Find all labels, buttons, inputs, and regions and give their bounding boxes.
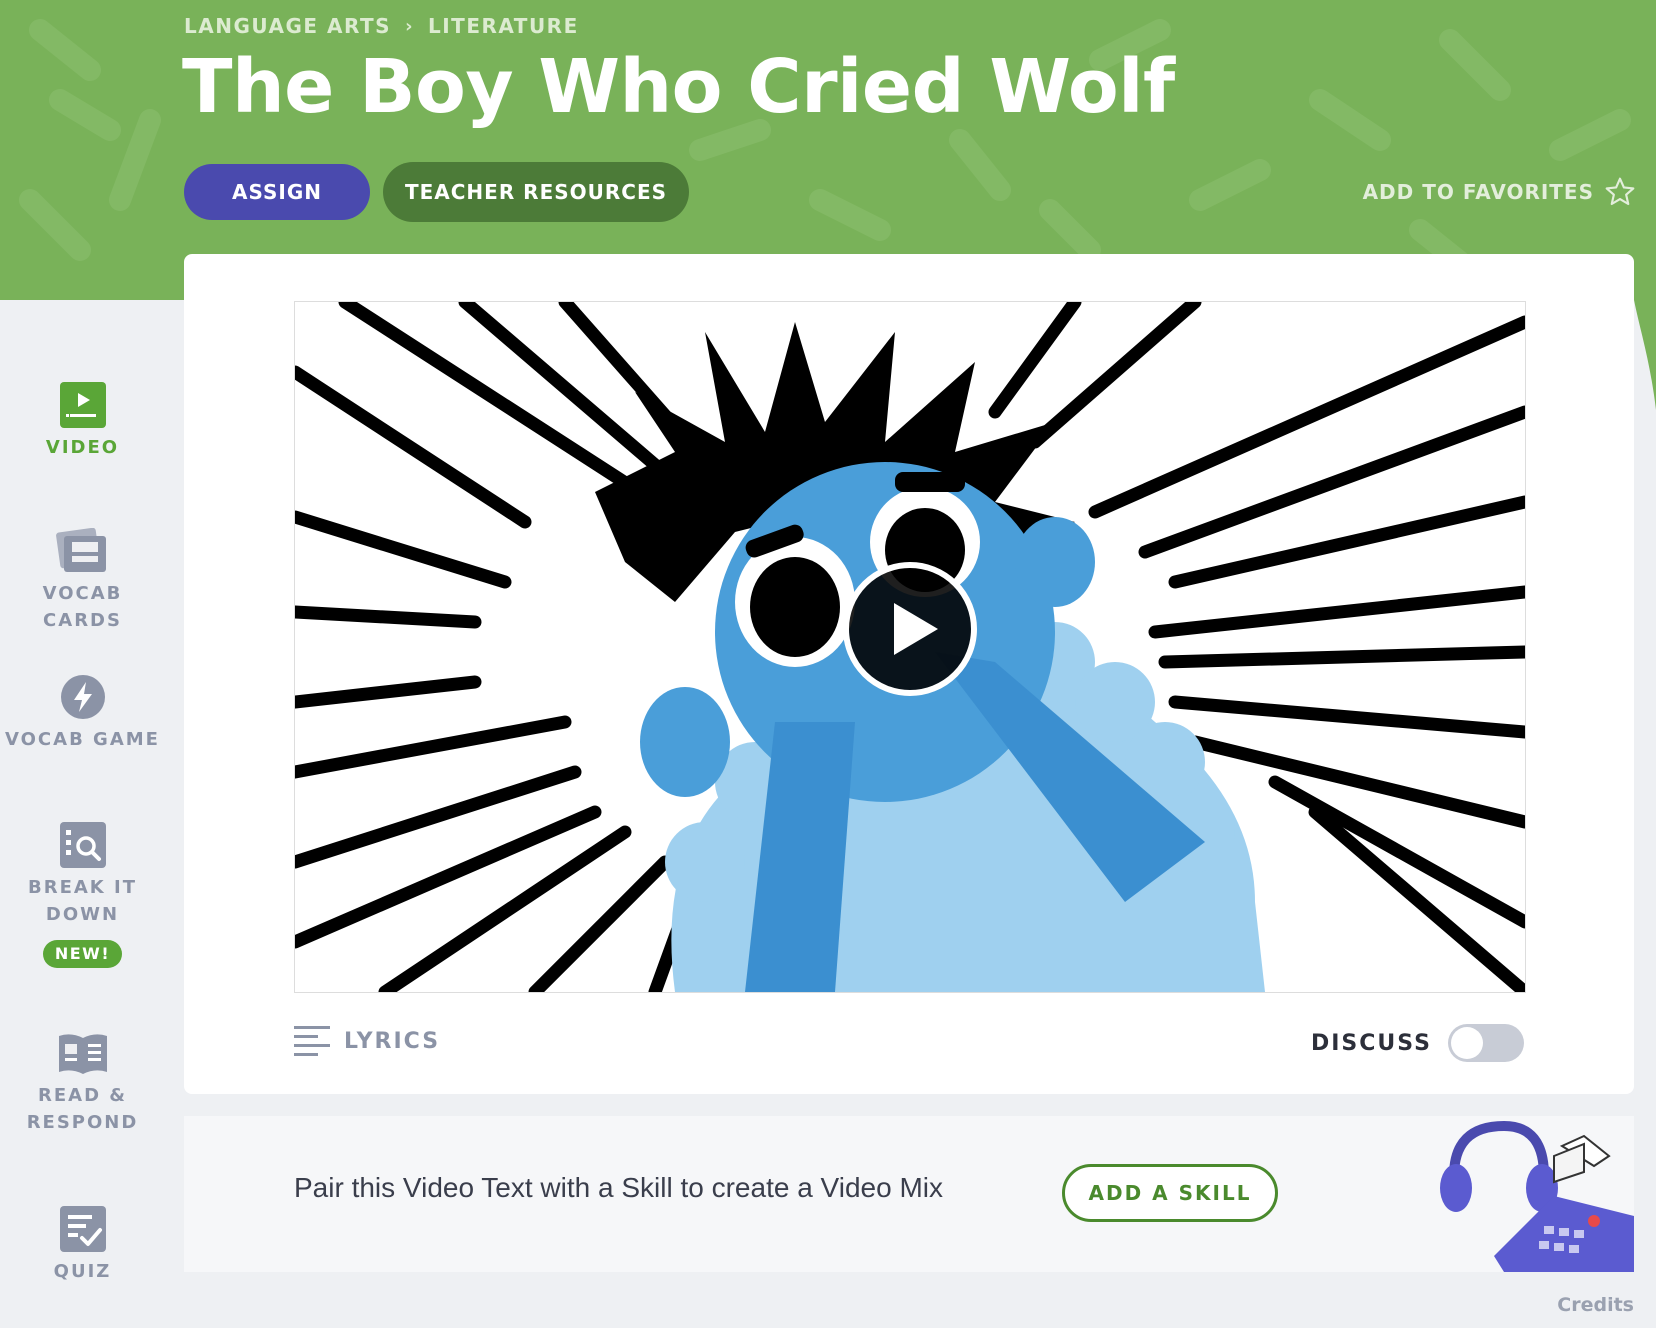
discuss-control: DISCUSS [1311,1024,1524,1062]
play-icon[interactable] [840,559,980,699]
sidebar: VIDEO VOCAB CARDS VOCAB GAME BREAK IT DO… [0,300,165,1328]
video-mix-banner: Pair this Video Text with a Skill to cre… [184,1116,1634,1272]
breadcrumb-literature[interactable]: LITERATURE [428,14,579,38]
teacher-resources-button[interactable]: TEACHER RESOURCES [383,162,689,222]
credits-link[interactable]: Credits [1557,1294,1634,1316]
sidebar-item-label: READ & RESPOND [26,1085,139,1133]
breadcrumb-language-arts[interactable]: LANGUAGE ARTS [184,14,391,38]
breadcrumb: LANGUAGE ARTS › LITERATURE [184,14,579,38]
book-icon [58,1034,107,1074]
discuss-toggle[interactable] [1448,1024,1524,1062]
discuss-label: DISCUSS [1310,1030,1432,1056]
sidebar-item-quiz[interactable]: QUIZ [0,1206,165,1285]
sidebar-item-break-it-down[interactable]: BREAK IT DOWN NEW! [0,822,165,968]
lyrics-label: LYRICS [344,1028,441,1054]
star-icon [1605,177,1635,206]
video-card: LYRICS DISCUSS [184,254,1634,1094]
assign-button[interactable]: ASSIGN [184,164,370,220]
video-mix-text: Pair this Video Text with a Skill to cre… [294,1172,943,1203]
video-player[interactable] [294,301,1526,993]
quiz-icon [59,1206,106,1252]
sidebar-item-label: VIDEO [45,437,120,458]
page-title: The Boy Who Cried Wolf [182,44,1175,130]
sidebar-item-label: VOCAB CARDS [42,583,123,631]
sidebar-item-read-respond[interactable]: READ & RESPOND [0,1030,165,1136]
sidebar-item-label: QUIZ [53,1261,112,1282]
add-to-favorites[interactable]: ADD TO FAVORITES [1363,176,1636,208]
sidebar-item-video[interactable]: VIDEO [0,382,165,461]
music-illustration-icon [1440,1120,1634,1272]
sidebar-item-vocab-cards[interactable]: VOCAB CARDS [0,528,165,634]
lyrics-toggle[interactable]: LYRICS [294,1024,440,1058]
lightning-icon [60,675,105,719]
video-icon [59,382,106,428]
sidebar-item-label: VOCAB GAME [5,729,160,750]
new-badge: NEW! [42,940,123,968]
toggle-knob [1451,1027,1483,1059]
add-to-favorites-label: ADD TO FAVORITES [1362,180,1594,204]
add-skill-button[interactable]: ADD A SKILL [1062,1164,1278,1222]
lines-icon [294,1026,330,1056]
magnifier-icon [59,822,106,868]
sidebar-item-vocab-game[interactable]: VOCAB GAME [0,674,165,753]
chevron-right-icon: › [405,15,414,37]
vocab-cards-icon [55,528,106,572]
sidebar-item-label: BREAK IT DOWN [28,877,137,925]
